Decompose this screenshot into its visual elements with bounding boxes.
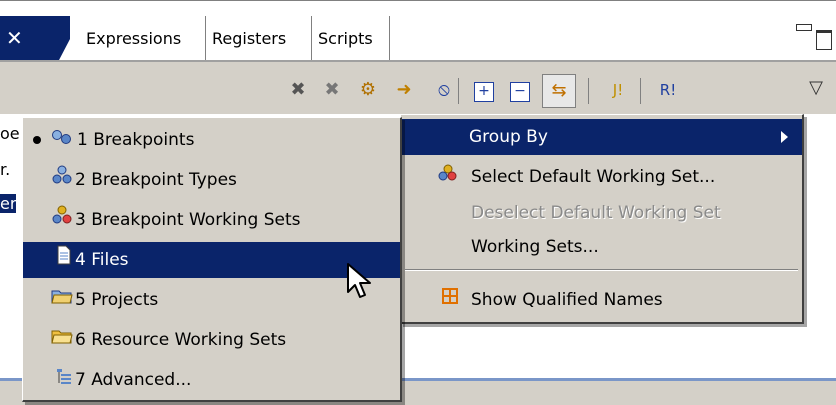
file-icon [53, 242, 75, 278]
advanced-icon [53, 362, 75, 398]
qualified-names-icon [439, 282, 461, 318]
view-menu: Group By Select Default Working Set... D… [400, 114, 804, 324]
menu-item-select-default-working-set[interactable]: Select Default Working Set... [401, 159, 802, 195]
tab-registers[interactable]: Registers [206, 16, 312, 62]
breakpoints-icon [51, 122, 73, 158]
mouse-cursor-icon [347, 263, 371, 298]
breakpoint-working-sets-icon [51, 202, 73, 238]
toolbar-separator [640, 78, 641, 104]
resource-folder-icon [51, 322, 73, 358]
add-java-exception-breakpoint-icon[interactable]: J! [604, 76, 632, 104]
tree-item-fragment: oe [0, 124, 20, 143]
menu-item-group-by[interactable]: Group By [401, 119, 802, 155]
go-to-file-icon[interactable]: ➜ [390, 76, 418, 104]
project-folder-icon [51, 282, 73, 318]
remove-breakpoint-icon[interactable]: ✖ [284, 76, 312, 104]
menu-separator [405, 269, 798, 271]
expand-all-icon[interactable]: + [474, 82, 494, 102]
view-menu-icon[interactable]: ▽ [802, 74, 830, 102]
menu-item-resource-working-sets[interactable]: 6 Resource Working Sets [23, 322, 400, 358]
tab-expressions[interactable]: Expressions [78, 16, 206, 62]
menu-item-files[interactable]: 4 Files [23, 242, 400, 278]
close-tab-icon[interactable]: ✕ [6, 26, 23, 50]
add-breakpoint-icon[interactable]: R! [654, 76, 682, 104]
menu-item-deselect-default-working-set: Deselect Default Working Set [471, 203, 721, 223]
menu-item-show-qualified-names[interactable]: Show Qualified Names [401, 282, 802, 318]
tab-scripts[interactable]: Scripts [312, 16, 390, 62]
menu-item-breakpoints[interactable]: 1 Breakpoints [23, 122, 400, 158]
breakpoint-types-icon [51, 162, 73, 198]
skip-all-breakpoints-icon[interactable]: ⦸ [430, 76, 458, 104]
radio-selected-icon [33, 136, 41, 144]
submenu-arrow-icon [781, 131, 788, 143]
maximize-view-icon[interactable] [816, 30, 832, 50]
menu-item-breakpoint-types[interactable]: 2 Breakpoint Types [23, 162, 400, 198]
menu-item-advanced[interactable]: 7 Advanced... [23, 362, 400, 398]
tree-item-fragment: r. [0, 160, 11, 179]
working-set-icon [437, 159, 459, 195]
tree-item-fragment: er [0, 194, 17, 213]
remove-all-breakpoints-icon[interactable]: ✖ [318, 76, 346, 104]
link-with-debug-view-icon[interactable]: ⚙ [354, 76, 382, 104]
toolbar-separator [458, 78, 459, 104]
menu-item-working-sets[interactable]: Working Sets... [401, 229, 802, 265]
link-with-editor-icon[interactable]: ⇆ [542, 74, 576, 108]
view-toolbar [0, 62, 836, 115]
collapse-all-icon[interactable]: − [510, 82, 530, 102]
menu-item-projects[interactable]: 5 Projects [23, 282, 400, 318]
menu-item-breakpoint-working-sets[interactable]: 3 Breakpoint Working Sets [23, 202, 400, 238]
minimize-view-icon[interactable] [796, 24, 812, 31]
toolbar-separator [588, 78, 589, 104]
group-by-submenu: 1 Breakpoints 2 Breakpoint Types 3 Break… [22, 117, 402, 402]
